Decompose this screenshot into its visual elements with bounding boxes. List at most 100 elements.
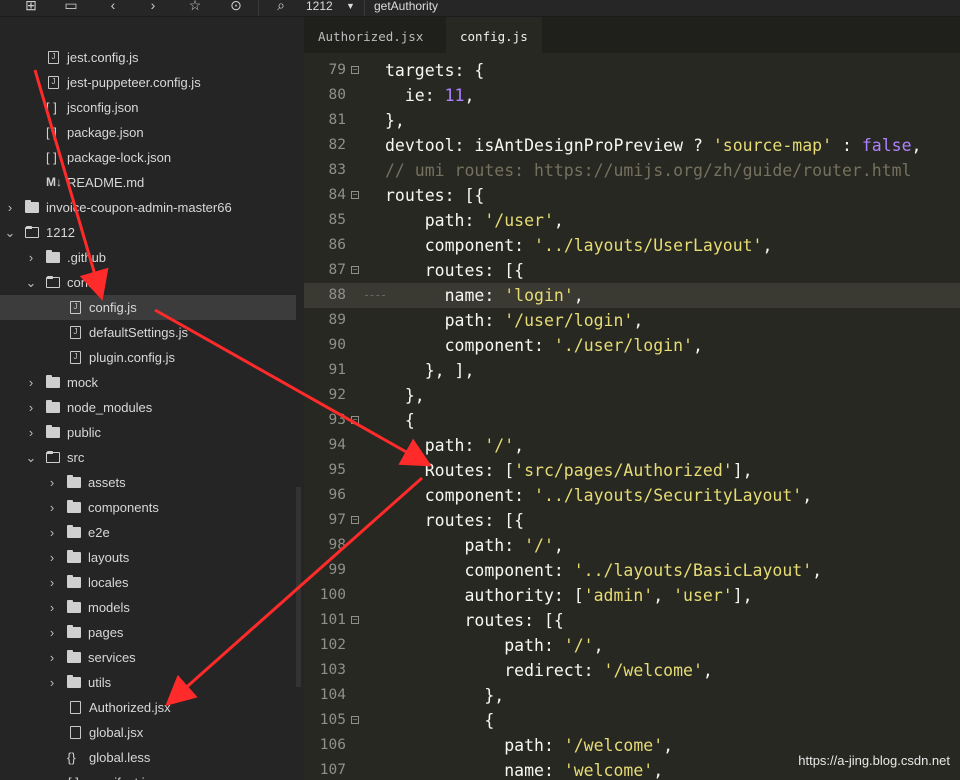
bookmark-icon[interactable]: ☆ [184, 0, 206, 14]
chevron-down-icon[interactable]: ⌄ [25, 270, 37, 295]
code-line[interactable]: 102 path: '/', [304, 633, 960, 658]
code-line[interactable]: 93− { [304, 408, 960, 433]
new-file-icon[interactable]: ⊞ [20, 0, 42, 14]
code-line[interactable]: 82 devtool: isAntDesignProPreview ? 'sour… [304, 133, 960, 158]
tree-item-mock-folder[interactable]: › mock [0, 370, 296, 395]
fold-icon[interactable]: − [351, 716, 359, 724]
chevron-right-icon[interactable]: › [25, 370, 37, 395]
tree-item-services-folder[interactable]: › services [0, 645, 296, 670]
search-symbol-icon[interactable]: ⌕ [270, 0, 292, 14]
tree-item-authorized-jsx[interactable]: Authorized.jsx [0, 695, 296, 720]
chevron-down-icon[interactable]: ⌄ [25, 445, 37, 470]
chevron-right-icon[interactable]: › [46, 545, 58, 570]
tab-config-js[interactable]: config.js [446, 17, 542, 53]
chevron-down-icon[interactable]: ⌄ [4, 220, 16, 245]
tree-item-label: global.less [89, 750, 151, 765]
run-icon[interactable]: ⊙ [225, 0, 247, 14]
tree-item-package-lock[interactable]: [ ] package-lock.json [0, 145, 296, 170]
code-line[interactable]: 80 ie: 11, [304, 83, 960, 108]
code-line[interactable]: 81}, [304, 108, 960, 133]
chevron-right-icon[interactable]: › [46, 470, 58, 495]
fold-icon[interactable]: − [351, 616, 359, 624]
fold-icon[interactable]: − [351, 191, 359, 199]
chevron-right-icon[interactable]: › [46, 520, 58, 545]
code-editor[interactable]: Authorized.jsx config.js 79− targets: {80… [304, 17, 960, 780]
code-text: routes: [{ [385, 261, 525, 280]
code-line[interactable]: 89 path: '/user/login', [304, 308, 960, 333]
tree-item-invoice-folder[interactable]: › invoice-coupon-admin-master66 [0, 195, 296, 220]
tree-item-global-less[interactable]: {} global.less [0, 745, 296, 770]
chevron-right-icon[interactable]: › [25, 420, 37, 445]
chevron-right-icon[interactable]: › [46, 570, 58, 595]
tree-item-config-js[interactable]: Jconfig.js [0, 295, 296, 320]
chevron-right-icon[interactable]: › [46, 670, 58, 695]
code-line[interactable]: 103 redirect: '/welcome', [304, 658, 960, 683]
chevron-right-icon[interactable]: › [46, 645, 58, 670]
code-line[interactable]: 83 // umi routes: https://umijs.org/zh/gu… [304, 158, 960, 183]
code-line[interactable]: 97− routes: [{ [304, 508, 960, 533]
tree-item-e2e-folder[interactable]: › e2e [0, 520, 296, 545]
tree-item-node-modules[interactable]: › node_modules [0, 395, 296, 420]
tree-item-locales-folder[interactable]: › locales [0, 570, 296, 595]
tab-authorized-jsx[interactable]: Authorized.jsx [304, 17, 437, 53]
code-line[interactable]: 101− routes: [{ [304, 608, 960, 633]
sidebar-scrollbar[interactable] [296, 487, 301, 687]
tree-item-public-folder[interactable]: › public [0, 420, 296, 445]
code-line[interactable]: 94 path: '/', [304, 433, 960, 458]
tree-item-global-jsx[interactable]: global.jsx [0, 720, 296, 745]
code-line[interactable]: 79− targets: { [304, 58, 960, 83]
fold-icon[interactable]: − [351, 266, 359, 274]
code-line[interactable]: 96 component: '../layouts/SecurityLayout… [304, 483, 960, 508]
tree-item-label: node_modules [67, 400, 153, 415]
forward-icon[interactable]: › [142, 0, 164, 14]
code-line[interactable]: 98 path: '/', [304, 533, 960, 558]
code-line[interactable]: 84− routes: [{ [304, 183, 960, 208]
tree-item-project-1212[interactable]: ⌄ 1212 [0, 220, 296, 245]
tree-item-plugin-config[interactable]: Jplugin.config.js [0, 345, 296, 370]
tree-item-assets-folder[interactable]: › assets [0, 470, 296, 495]
tree-item-jest-config[interactable]: Jjest.config.js [0, 45, 296, 70]
chevron-right-icon[interactable]: › [25, 395, 37, 420]
tree-item-jsconfig[interactable]: [ ] jsconfig.json [0, 95, 296, 120]
code-line[interactable]: 100 authority: ['admin', 'user'], [304, 583, 960, 608]
tree-item-config-folder[interactable]: ⌄ config [0, 270, 296, 295]
branch-selector[interactable]: 1212 [306, 0, 333, 13]
tree-item-components-folder[interactable]: › components [0, 495, 296, 520]
code-line[interactable]: 104 }, [304, 683, 960, 708]
tree-item-manifest-json[interactable]: [ ] manifest.json [0, 770, 296, 780]
code-line[interactable]: 90 component: './user/login', [304, 333, 960, 358]
code-line[interactable]: 91 }, ], [304, 358, 960, 383]
code-line[interactable]: 88 name: 'login', [304, 283, 960, 308]
chevron-right-icon[interactable]: › [4, 195, 16, 220]
code-line[interactable]: 87− routes: [{ [304, 258, 960, 283]
chevron-right-icon[interactable]: › [46, 595, 58, 620]
code-line[interactable]: 99 component: '../layouts/BasicLayout', [304, 558, 960, 583]
tree-item-readme[interactable]: M↓ README.md [0, 170, 296, 195]
back-icon[interactable]: ‹ [102, 0, 124, 14]
tree-item-label: Authorized.jsx [89, 700, 171, 715]
code-line[interactable]: 95 Routes: ['src/pages/Authorized'], [304, 458, 960, 483]
tree-item-github-folder[interactable]: › .github [0, 245, 296, 270]
code-line[interactable]: 105− { [304, 708, 960, 733]
tree-item-jest-puppeteer-config[interactable]: Jjest-puppeteer.config.js [0, 70, 296, 95]
chevron-right-icon[interactable]: › [25, 245, 37, 270]
tree-item-utils-folder[interactable]: › utils [0, 670, 296, 695]
file-icon [70, 726, 81, 739]
tree-item-layouts-folder[interactable]: › layouts [0, 545, 296, 570]
code-line[interactable]: 86 component: '../layouts/UserLayout', [304, 233, 960, 258]
chevron-right-icon[interactable]: › [46, 495, 58, 520]
fold-icon[interactable]: − [351, 66, 359, 74]
tree-item-package-json[interactable]: [ ] package.json [0, 120, 296, 145]
tree-item-src-folder[interactable]: ⌄ src [0, 445, 296, 470]
code-line[interactable]: 92 }, [304, 383, 960, 408]
fold-icon[interactable]: − [351, 416, 359, 424]
code-line[interactable]: 85 path: '/user', [304, 208, 960, 233]
function-breadcrumb[interactable]: getAuthority [374, 0, 438, 13]
chevron-right-icon[interactable]: › [46, 620, 58, 645]
tree-item-default-settings[interactable]: JdefaultSettings.js [0, 320, 296, 345]
dropdown-icon[interactable]: ▼ [346, 0, 355, 13]
tree-item-models-folder[interactable]: › models [0, 595, 296, 620]
fold-icon[interactable]: − [351, 516, 359, 524]
tree-item-pages-folder[interactable]: › pages [0, 620, 296, 645]
save-icon[interactable]: ▭ [60, 0, 82, 14]
